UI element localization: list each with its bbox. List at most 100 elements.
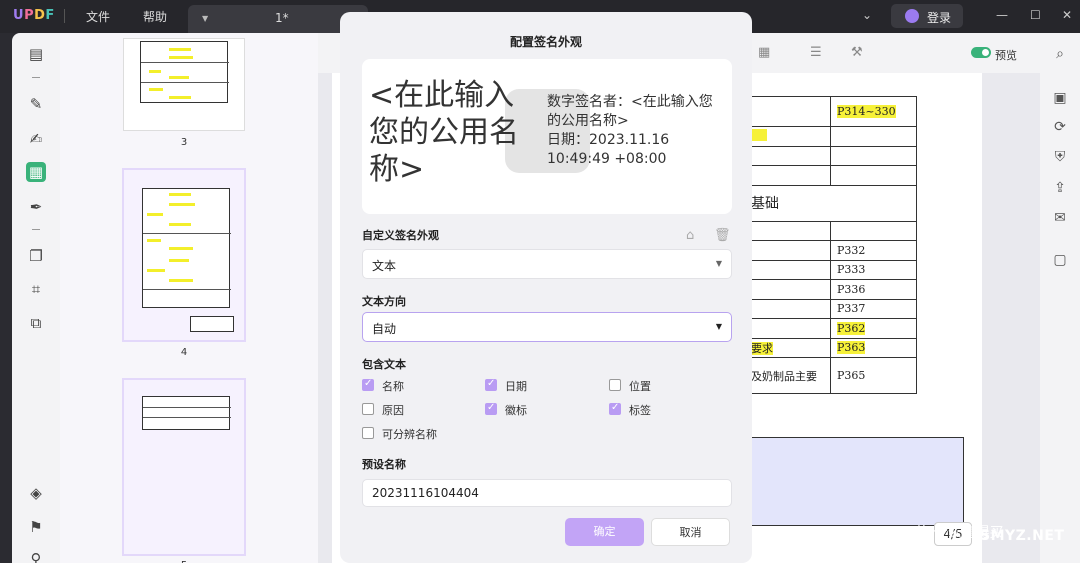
preset-name-label: 预设名称 [362, 458, 406, 471]
attachment-icon[interactable]: ⚲ [26, 549, 46, 563]
rule [143, 289, 231, 290]
checkbox[interactable] [362, 403, 374, 415]
table-row: P337 [744, 298, 917, 319]
signature-appearance-dialog: 配置签名外观 <在此输入您的公用名称> 数字签名者：<在此输入您 的公用名称> … [340, 12, 752, 563]
table-cell [744, 96, 831, 127]
right-toolbar: ⌕ ▣ ⟳ ⛨ ⇪ ✉ ▢ [1040, 33, 1080, 563]
layers-icon[interactable]: ◈ [26, 483, 46, 503]
preview-details: 数字签名者：<在此输入您 的公用名称> 日期：2023.11.16 10:49:… [547, 93, 727, 169]
grid-view-icon[interactable]: ▦ [758, 45, 770, 60]
thumbnail-page-4[interactable] [122, 168, 246, 342]
checkbox[interactable] [485, 378, 497, 391]
mini-table [140, 41, 229, 103]
cell-text: P363 [837, 341, 866, 355]
custom-appearance-label: 自定义签名外观 [362, 229, 439, 242]
convert-icon[interactable]: ⟳ [1050, 117, 1070, 137]
thumbnail-page-5[interactable] [122, 378, 246, 556]
highlight [169, 203, 195, 206]
cell-text: P314~330 [837, 105, 896, 118]
highlight [169, 259, 189, 262]
menu-file[interactable]: 文件 [86, 8, 110, 25]
table-cell: P362 [830, 318, 917, 339]
ocr-icon[interactable]: ▣ [1050, 88, 1070, 108]
sign-icon[interactable]: ✒ [26, 197, 46, 217]
bookmark-icon[interactable]: ⚑ [26, 517, 46, 537]
close-icon[interactable]: ✕ [1062, 8, 1072, 22]
preview-line: 日期：2023.11.16 [547, 132, 670, 148]
divider [32, 77, 40, 78]
save-icon[interactable]: ▢ [1050, 250, 1070, 270]
cell-text: P337 [837, 302, 866, 316]
table-cell [830, 126, 917, 147]
edit-icon[interactable]: ✍ [26, 129, 46, 149]
align-icon[interactable]: ☰ [810, 45, 822, 60]
table-cell [830, 165, 917, 186]
trash-icon[interactable]: 🗑 [714, 228, 731, 243]
highlight [169, 96, 191, 99]
table-cell: 基础 [744, 184, 917, 222]
select-value: 文本 [372, 259, 397, 273]
rule [143, 417, 231, 418]
mail-icon[interactable]: ✉ [1050, 208, 1070, 228]
checkbox[interactable] [362, 427, 374, 439]
login-button[interactable]: 登录 [891, 4, 963, 28]
checkbox[interactable] [362, 378, 374, 391]
form-icon[interactable]: ▦ [26, 162, 46, 182]
checkbox[interactable] [485, 402, 497, 415]
table-cell: P314~330 [830, 96, 917, 127]
preset-name-input[interactable]: 20231116104404 [362, 479, 732, 507]
highlight [169, 56, 193, 59]
tab-label: 1* [275, 11, 289, 25]
minimize-icon[interactable]: — [996, 8, 1008, 22]
share-icon[interactable]: ⇪ [1050, 178, 1070, 198]
table-cell: 要求 [744, 337, 831, 358]
checkbox[interactable] [609, 379, 621, 391]
table-row: P362 [744, 318, 917, 339]
custom-appearance-select[interactable]: 文本 ▼ [362, 249, 732, 279]
folder-icon[interactable]: ⌂ [686, 228, 694, 243]
crop-icon[interactable]: ⌗ [26, 279, 46, 299]
left-toolbar: ▤ ✎ ✍ ▦ ✒ ❐ ⌗ ⧉ ◈ ⚑ ⚲ [12, 33, 60, 563]
table-cell [830, 220, 917, 241]
signature-preview: <在此输入您的公用名称> 数字签名者：<在此输入您 的公用名称> 日期：2023… [362, 59, 732, 214]
pages-icon[interactable]: ❐ [26, 246, 46, 266]
comment-icon[interactable]: ✎ [26, 94, 46, 114]
login-label: 登录 [927, 11, 952, 25]
dialog-title: 配置签名外观 [509, 35, 582, 49]
select-value: 自动 [372, 322, 397, 336]
text-direction-select[interactable]: 自动 ▼ [362, 312, 732, 342]
chevron-down-icon[interactable]: ⌄ [862, 8, 872, 22]
table-cell [744, 279, 831, 300]
avatar [905, 9, 919, 23]
checkbox[interactable] [609, 402, 621, 415]
highlight [149, 70, 161, 73]
tools-icon[interactable]: ⚒ [851, 45, 863, 60]
cell-text: 及奶制品主要 [751, 369, 817, 383]
checkbox-label: 位置 [629, 380, 651, 393]
table-cell: P332 [830, 240, 917, 261]
menu-help[interactable]: 帮助 [143, 8, 167, 25]
watermark: SMYZ.NET [980, 528, 1065, 544]
document-table: P314~330 基础 P332 P333 P336 P337 P362 要求 P363 及奶制品… [744, 96, 917, 394]
table-cell: P337 [830, 298, 917, 319]
protect-icon[interactable]: ⛨ [1050, 147, 1070, 167]
preview-line: 10:49:49 +08:00 [547, 151, 667, 167]
convert-icon[interactable]: ⧉ [26, 313, 46, 333]
table-row: 及奶制品主要 P365 [744, 357, 917, 394]
divider [64, 9, 65, 23]
thumbnail-page-3[interactable] [123, 38, 245, 131]
preview-common-name: <在此输入您的公用名称> [369, 78, 519, 187]
input-value: 20231116104404 [372, 486, 479, 500]
cancel-button[interactable]: 取消 [651, 518, 730, 546]
highlight [147, 213, 163, 216]
search-icon[interactable]: ⌕ [1050, 44, 1070, 64]
rule [143, 233, 231, 234]
reader-icon[interactable]: ▤ [26, 44, 46, 64]
cell-text: P332 [837, 243, 866, 257]
tab-dropdown-icon[interactable]: ▼ [202, 14, 208, 23]
maximize-icon[interactable]: ☐ [1030, 8, 1041, 22]
confirm-button[interactable]: 确定 [565, 518, 644, 546]
page-number: 4 [180, 347, 188, 358]
signature-field[interactable] [750, 437, 964, 526]
preview-toggle[interactable] [971, 47, 991, 58]
